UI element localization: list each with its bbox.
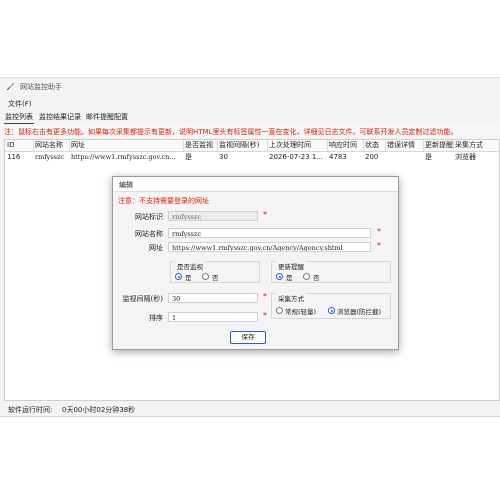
monitor-no-label: 否 <box>212 274 219 282</box>
cell-url: https://www1.rmfysszc.gov.cn... <box>71 153 176 161</box>
monitor-group-title: 是否监视 <box>175 261 205 271</box>
edit-dialog: 编辑 注意：不支持需要登录的网址 网站标识 rmfysszc * 网站名称 rm… <box>112 176 399 350</box>
menu-bar: 文件(F) <box>0 98 500 110</box>
table-header: ID 网站名称 网址 是否监视 监视间隔(秒) 上次处理时间 响应时间 状态 错… <box>5 140 499 152</box>
cell-remind: 是 <box>425 153 432 161</box>
dialog-title: 编辑 <box>119 181 133 189</box>
runtime-label: 软件运行时间: <box>8 406 53 414</box>
table-row[interactable]: 116 rmfysszc https://www1.rmfysszc.gov.c… <box>5 152 499 163</box>
required-mark: * <box>263 210 267 219</box>
cell-monitor: 是 <box>185 153 192 161</box>
required-mark: * <box>377 227 381 236</box>
remind-group: 更新提醒 是 否 <box>271 261 391 283</box>
tab-mail-config[interactable]: 邮件提醒配置 <box>85 112 129 123</box>
col-collect[interactable]: 采集方式 <box>453 140 499 151</box>
interval-input[interactable]: 30 <box>168 293 258 303</box>
col-last-time[interactable]: 上次处理时间 <box>267 140 327 151</box>
order-input[interactable]: 1 <box>168 312 258 322</box>
dialog-title-bar[interactable]: 编辑 <box>113 177 398 192</box>
cell-collect: 浏览器 <box>455 153 476 161</box>
notice-bar: 注：鼠标右击有更多功能。如果每次采集都提示有更新，说明HTML里头有标签属性一直… <box>0 125 500 137</box>
site-name-label: 网站名称 <box>135 230 163 238</box>
remind-group-title: 更新提醒 <box>276 261 306 271</box>
dialog-notice: 注意：不支持需要登录的网址 <box>118 197 209 205</box>
status-bar: 软件运行时间: 0天00小时02分钟38秒 <box>0 402 500 416</box>
site-name-input[interactable]: rmfysszc <box>168 228 371 238</box>
col-site-name[interactable]: 网站名称 <box>33 140 69 151</box>
tab-strip: 监控列表 监控结果记录 邮件提醒配置 <box>0 112 500 124</box>
cell-status: 200 <box>365 153 379 161</box>
collect-group-title: 采集方式 <box>276 293 306 303</box>
col-error[interactable]: 错误详情 <box>385 140 423 151</box>
tab-monitor-list[interactable]: 监控列表 <box>4 112 34 124</box>
col-remind[interactable]: 更新提醒 <box>423 140 453 151</box>
col-response[interactable]: 响应时间 <box>327 140 363 151</box>
site-id-label: 网站标识 <box>135 213 163 221</box>
runtime-value: 0天00小时02分钟38秒 <box>62 406 136 414</box>
url-label: 网址 <box>149 244 163 252</box>
collect-group: 采集方式 常规(轻量) 浏览器(防拦截) <box>271 293 391 319</box>
site-id-field: rmfysszc <box>168 211 258 221</box>
remind-yes-label: 是 <box>286 274 293 282</box>
cell-last-time: 2026-07-23 1... <box>269 153 324 161</box>
collect-browser-label: 浏览器(防拦截) <box>337 308 382 316</box>
required-mark: * <box>377 241 381 250</box>
col-id[interactable]: ID <box>5 140 33 151</box>
monitor-yes-radio[interactable] <box>175 273 182 280</box>
feather-icon <box>6 82 15 91</box>
required-mark: * <box>263 292 267 301</box>
tab-monitor-results[interactable]: 监控结果记录 <box>38 112 82 123</box>
cell-response: 4783 <box>329 153 347 161</box>
col-url[interactable]: 网址 <box>69 140 183 151</box>
order-label: 排序 <box>149 314 163 322</box>
monitor-yes-label: 是 <box>185 274 192 282</box>
col-monitor[interactable]: 是否监视 <box>183 140 217 151</box>
url-input[interactable]: https://www1.rmfysszc.gov.cn/Agency/Agen… <box>168 242 371 252</box>
remind-no-radio[interactable] <box>303 273 310 280</box>
col-interval[interactable]: 监视间隔(秒) <box>217 140 267 151</box>
required-mark: * <box>263 311 267 320</box>
monitor-no-radio[interactable] <box>202 273 209 280</box>
cell-site-name: rmfysszc <box>35 153 65 161</box>
cell-error <box>385 152 423 163</box>
cell-id: 116 <box>7 153 21 161</box>
collect-normal-label: 常规(轻量) <box>285 308 317 316</box>
cell-interval: 30 <box>219 153 228 161</box>
save-button[interactable]: 保存 <box>230 331 266 344</box>
collect-normal-radio[interactable] <box>276 307 283 314</box>
title-bar: 网站监控助手 <box>0 78 500 96</box>
col-status[interactable]: 状态 <box>363 140 385 151</box>
monitor-group: 是否监视 是 否 <box>170 261 260 283</box>
notice-text: 注：鼠标右击有更多功能。如果每次采集都提示有更新，说明HTML里头有标签属性一直… <box>4 128 458 136</box>
interval-label: 监视间隔(秒) <box>122 295 163 303</box>
remind-yes-radio[interactable] <box>276 273 283 280</box>
menu-file[interactable]: 文件(F) <box>8 99 32 109</box>
remind-no-label: 否 <box>313 274 320 282</box>
window-title: 网站监控助手 <box>20 83 62 91</box>
collect-browser-radio[interactable] <box>328 307 335 314</box>
